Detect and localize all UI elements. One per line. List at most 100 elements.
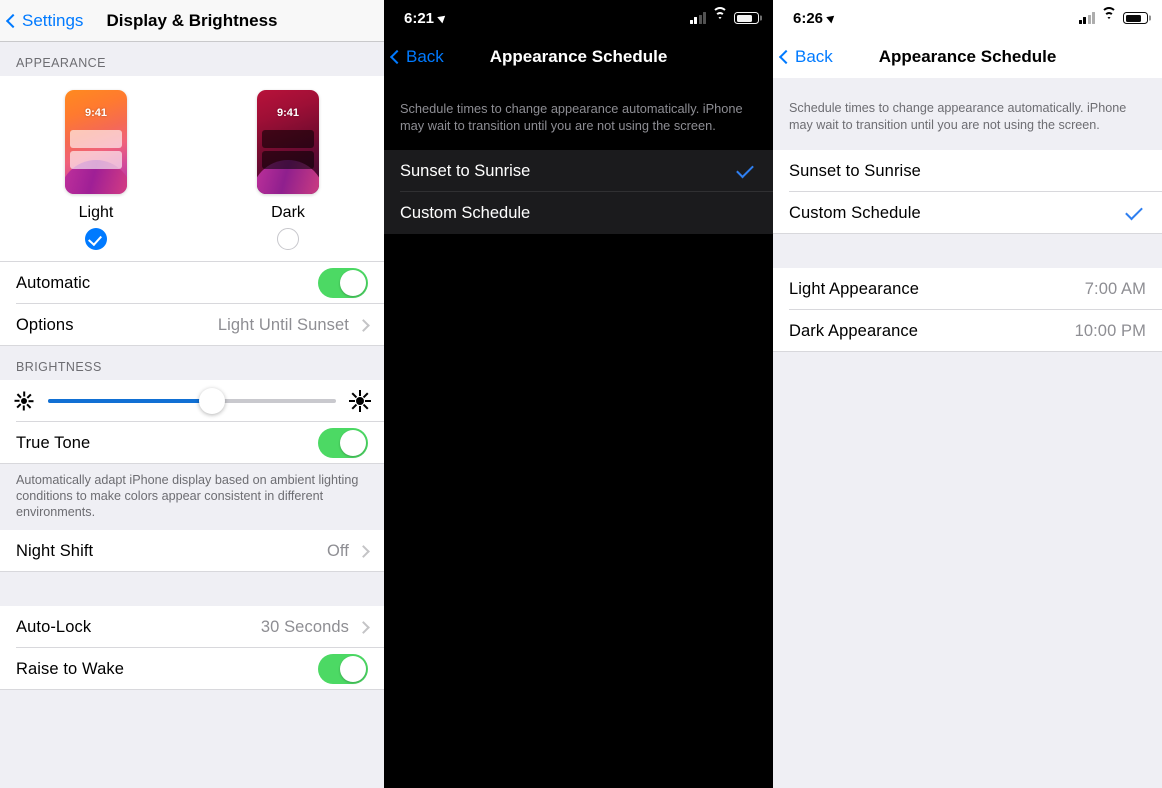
right-option-sunset-to-sunrise[interactable]: Sunset to Sunrise <box>773 150 1162 192</box>
thumb-card <box>262 151 314 169</box>
cellular-bars-icon <box>689 12 706 24</box>
mid-panel-filler <box>384 234 773 788</box>
divider <box>0 345 384 346</box>
divider <box>0 571 384 572</box>
toggle-knob <box>340 656 366 682</box>
row-true-tone-label: True Tone <box>16 433 91 452</box>
check-icon <box>1125 202 1143 220</box>
three-panel-screenshot: Settings Display & Brightness APPEARANCE… <box>0 0 1162 788</box>
appearance-group-header-area: APPEARANCE <box>0 42 384 76</box>
wifi-icon <box>1101 7 1117 24</box>
left-nav-bar: Settings Display & Brightness <box>0 0 384 42</box>
brightness-slider-row[interactable] <box>0 380 384 422</box>
left-panel-filler <box>0 690 384 788</box>
thumb-card <box>70 151 122 169</box>
chevron-right-icon <box>357 620 370 634</box>
mid-option-sunset-to-sunrise-label: Sunset to Sunrise <box>400 161 531 180</box>
brightness-slider-thumb[interactable] <box>199 388 226 414</box>
thumbnail-time-dark: 9:41 <box>276 107 300 119</box>
row-night-shift-label: Night Shift <box>16 541 94 560</box>
toggle-knob <box>340 430 366 456</box>
row-auto-lock-value: 30 Seconds <box>260 617 349 636</box>
status-bar-time: 6:26 <box>793 9 824 27</box>
automatic-toggle[interactable] <box>318 268 368 298</box>
mid-schedule-footnote: Schedule times to change appearance auto… <box>384 78 773 150</box>
battery-icon <box>1123 12 1148 24</box>
thumb-card <box>70 130 122 148</box>
row-options[interactable]: Options Light Until Sunset <box>0 304 384 346</box>
right-option-custom-schedule-label: Custom Schedule <box>789 203 921 222</box>
row-light-appearance-time[interactable]: Light Appearance 7:00 AM <box>773 268 1162 310</box>
row-dark-appearance-label: Dark Appearance <box>789 321 918 340</box>
panel-display-brightness: Settings Display & Brightness APPEARANCE… <box>0 0 384 788</box>
right-schedule-footnote: Schedule times to change appearance auto… <box>773 78 1162 150</box>
true-tone-toggle[interactable] <box>318 428 368 458</box>
back-to-settings-button[interactable]: Settings <box>0 11 83 31</box>
right-panel-filler <box>773 352 1162 788</box>
divider <box>0 689 384 690</box>
chevron-right-icon <box>357 544 370 558</box>
right-nav-bar: Back Appearance Schedule <box>773 36 1162 78</box>
thumbnail-time-light: 9:41 <box>84 107 108 119</box>
light-option-radio-selected[interactable] <box>85 228 107 250</box>
mid-option-custom-schedule[interactable]: Custom Schedule <box>384 192 773 234</box>
toggle-knob <box>340 270 366 296</box>
location-arrow-icon <box>826 12 837 24</box>
chevron-left-icon <box>778 49 794 65</box>
row-dark-appearance-time[interactable]: Dark Appearance 10:00 PM <box>773 310 1162 352</box>
row-light-appearance-value: 7:00 AM <box>1084 279 1146 298</box>
row-night-shift-value: Off <box>326 541 349 560</box>
mid-option-sunset-to-sunrise[interactable]: Sunset to Sunrise <box>384 150 773 192</box>
divider <box>773 351 1162 352</box>
row-night-shift[interactable]: Night Shift Off <box>0 530 384 572</box>
appearance-chooser: 9:41 Light 9:41 Dark <box>0 76 384 262</box>
status-bar-light: 6:26 <box>773 0 1162 36</box>
brightness-section-header: BRIGHTNESS <box>0 346 384 380</box>
row-options-label: Options <box>16 315 74 334</box>
divider <box>773 233 1162 234</box>
dark-option-label: Dark <box>271 204 305 221</box>
dark-wallpaper-thumbnail[interactable]: 9:41 <box>257 90 319 194</box>
raise-to-wake-toggle[interactable] <box>318 654 368 684</box>
row-auto-lock[interactable]: Auto-Lock 30 Seconds <box>0 606 384 648</box>
row-auto-lock-label: Auto-Lock <box>16 617 92 636</box>
battery-icon <box>734 12 759 24</box>
chevron-left-icon <box>5 13 21 28</box>
dark-option-radio-unselected[interactable] <box>277 228 299 250</box>
row-true-tone[interactable]: True Tone <box>0 422 384 464</box>
location-arrow-icon <box>437 12 448 24</box>
right-option-custom-schedule[interactable]: Custom Schedule <box>773 192 1162 234</box>
light-option-label: Light <box>78 204 114 221</box>
row-dark-appearance-value: 10:00 PM <box>1074 321 1146 340</box>
panel-appearance-schedule-dark: 6:21 Back Appearance Schedule Schedule t… <box>384 0 773 788</box>
battery-fill <box>736 14 752 22</box>
thumb-card <box>262 130 314 148</box>
mid-back-button-label: Back <box>406 47 444 66</box>
light-wallpaper-thumbnail[interactable]: 9:41 <box>65 90 127 194</box>
battery-fill <box>1125 14 1141 22</box>
status-bar-left: 6:21 <box>404 9 448 27</box>
cellular-bars-icon <box>1078 12 1095 24</box>
row-automatic-label: Automatic <box>16 273 91 292</box>
panel-appearance-schedule-light: 6:26 Back Appearance Schedule Schedule t… <box>773 0 1162 788</box>
status-bar-time: 6:21 <box>404 9 435 27</box>
wifi-icon <box>712 7 728 24</box>
appearance-option-light[interactable]: 9:41 Light <box>36 90 156 250</box>
true-tone-footnote: Automatically adapt iPhone display based… <box>0 464 384 530</box>
appearance-option-dark[interactable]: 9:41 Dark <box>228 90 348 250</box>
sun-large-icon <box>349 390 371 412</box>
check-icon <box>736 160 754 178</box>
row-raise-to-wake[interactable]: Raise to Wake <box>0 648 384 690</box>
status-bar-dark: 6:21 <box>384 0 773 36</box>
row-raise-to-wake-label: Raise to Wake <box>16 659 124 678</box>
track-fill <box>48 399 213 403</box>
row-options-value: Light Until Sunset <box>217 315 349 334</box>
brightness-group-header-area: BRIGHTNESS <box>0 346 384 380</box>
mid-back-button[interactable]: Back <box>384 47 444 67</box>
row-automatic[interactable]: Automatic <box>0 262 384 304</box>
brightness-track[interactable] <box>48 388 336 414</box>
divider <box>0 463 384 464</box>
right-back-button[interactable]: Back <box>773 47 833 67</box>
back-button-label: Settings <box>22 10 84 30</box>
status-bar-right <box>1078 7 1148 24</box>
